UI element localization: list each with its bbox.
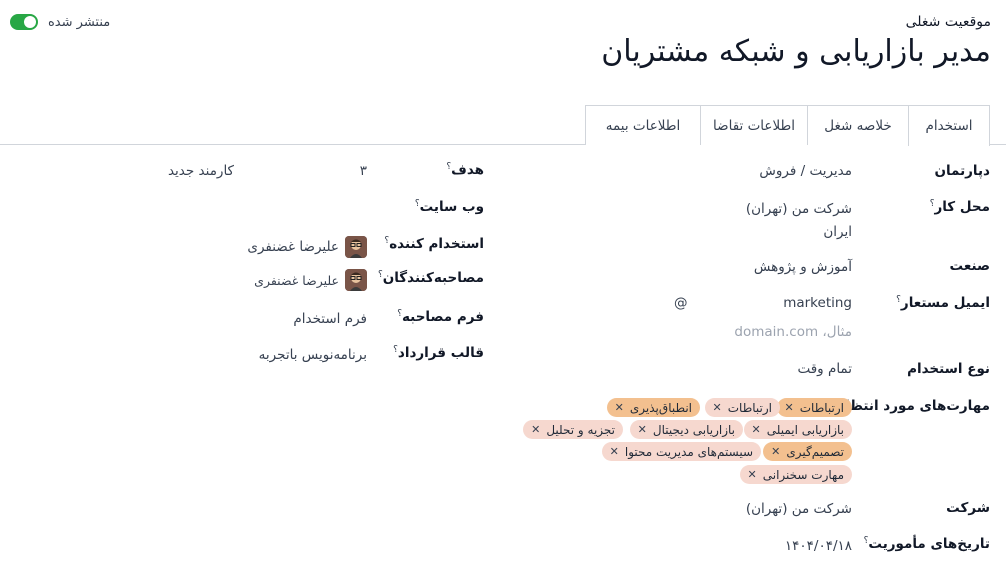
skill-tag-label: تصمیم‌گیری (786, 444, 844, 459)
skill-tag-label: ارتباطات (727, 400, 772, 415)
published-toggle[interactable]: منتشر شده (10, 14, 110, 30)
interviewers-label-text: مصاحبه‌کنندگان (382, 270, 484, 286)
skill-tag-label: بازاریابی دیجیتال (652, 422, 735, 437)
avatar (345, 269, 367, 291)
skill-tag-label: مهارت سخنرانی (762, 467, 844, 482)
help-icon[interactable]: ؟ (864, 536, 869, 546)
skill-tag-label: ارتباطات (799, 400, 844, 415)
skill-tag-label: بازاریابی ایمیلی (766, 422, 844, 437)
website-label-text: وب سایت (419, 199, 484, 215)
location-country: ایران (823, 224, 852, 240)
industry-field[interactable]: آموزش و پژوهش (754, 259, 852, 275)
alias-label: ایمیل مستعار؟ (893, 295, 990, 311)
contract-template-label-text: قالب قرارداد (397, 345, 484, 361)
interview-form-label-text: فرم مصاحبه (402, 309, 484, 325)
mission-dates-field[interactable]: ۱۴۰۴/۰۴/۱۸ (785, 538, 852, 554)
contract-template-field[interactable]: برنامه‌نویس باتجربه (259, 347, 367, 363)
target-unit: کارمند جدید (167, 163, 234, 179)
skill-tag: بازاریابی ایمیلی ✕ (743, 420, 852, 439)
location-field[interactable]: شرکت من (تهران) (746, 201, 852, 217)
department-label: دپارتمان (934, 163, 990, 179)
avatar (345, 236, 367, 258)
employment-type-field[interactable]: تمام وقت (797, 361, 852, 377)
target-label-text: هدف (451, 162, 484, 178)
location-label-text: محل کار (934, 199, 990, 215)
target-field[interactable]: ۳ (360, 163, 367, 179)
interviewer-name: علیرضا غضنفری (254, 272, 339, 288)
remove-tag-icon[interactable]: ✕ (748, 468, 757, 481)
skill-tag: تصمیم‌گیری ✕ (763, 442, 852, 461)
mission-dates-label: تاریخ‌های مأموریت؟ (861, 536, 990, 552)
location-label: محل کار؟ (927, 199, 990, 215)
remove-tag-icon[interactable]: ✕ (638, 423, 647, 436)
recruiter-name: علیرضا غضنفری (247, 239, 339, 255)
industry-label: صنعت (949, 258, 990, 274)
help-icon[interactable]: ؟ (397, 309, 402, 319)
help-icon[interactable]: ؟ (393, 345, 398, 355)
remove-tag-icon[interactable]: ✕ (771, 445, 780, 458)
interview-form-label: فرم مصاحبه؟ (394, 309, 484, 325)
alias-at-sign: @ (674, 295, 688, 311)
alias-name-field[interactable]: marketing (783, 295, 852, 311)
alias-domain-field[interactable]: مثال، domain.com (734, 324, 852, 340)
employment-type-label: نوع استخدام (907, 361, 990, 377)
mission-dates-label-text: تاریخ‌های مأموریت (868, 536, 990, 552)
tab-application-info[interactable]: اطلاعات تقاضا (700, 105, 807, 145)
help-icon[interactable]: ؟ (930, 199, 935, 209)
tab-recruitment[interactable]: استخدام (908, 105, 990, 146)
skill-tag: بازاریابی دیجیتال ✕ (629, 420, 743, 439)
tab-job-summary[interactable]: خلاصه شغل (807, 105, 908, 145)
help-icon[interactable]: ؟ (384, 236, 389, 246)
record-type-label: موقعیت شغلی (905, 14, 991, 30)
skills-label: مهارت‌های مورد انتظار (837, 398, 990, 414)
skill-tag-label: سیستم‌های مدیریت محتوا (624, 444, 753, 459)
help-icon[interactable]: ؟ (415, 199, 420, 209)
skill-tag: سیستم‌های مدیریت محتوا ✕ (601, 442, 761, 461)
skill-tag: تجزیه و تحلیل ✕ (523, 420, 623, 439)
tab-insurance-info[interactable]: اطلاعات بیمه (585, 105, 700, 145)
interviewers-label: مصاحبه‌کنندگان؟ (375, 270, 484, 286)
skill-tag: ارتباطات ✕ (704, 398, 780, 417)
skill-tag: ارتباطات ✕ (776, 398, 852, 417)
toggle-switch-icon[interactable] (10, 14, 38, 30)
contract-template-label: قالب قرارداد؟ (390, 345, 484, 361)
help-icon[interactable]: ؟ (446, 162, 451, 172)
remove-tag-icon[interactable]: ✕ (531, 423, 540, 436)
help-icon[interactable]: ؟ (378, 270, 383, 280)
recruiter-field[interactable]: علیرضا غضنفری (247, 236, 367, 258)
remove-tag-icon[interactable]: ✕ (752, 423, 761, 436)
remove-tag-icon[interactable]: ✕ (713, 401, 722, 414)
interviewers-field[interactable]: علیرضا غضنفری (254, 269, 367, 291)
remove-tag-icon[interactable]: ✕ (615, 401, 624, 414)
recruiter-label-text: استخدام کننده (389, 236, 484, 252)
page-title[interactable]: مدیر بازاریابی و شبکه مشتریان (601, 34, 991, 69)
company-label: شرکت (946, 500, 990, 516)
help-icon[interactable]: ؟ (896, 295, 901, 305)
interview-form-field[interactable]: فرم استخدام (293, 311, 367, 327)
alias-label-text: ایمیل مستعار (900, 295, 990, 311)
department-field[interactable]: مدیریت / فروش (759, 163, 852, 179)
skill-tag-label: تجزیه و تحلیل (546, 422, 615, 437)
skill-tag: انطباق‌پذیری ✕ (606, 398, 700, 417)
remove-tag-icon[interactable]: ✕ (610, 445, 619, 458)
recruiter-label: استخدام کننده؟ (381, 236, 484, 252)
skill-tag: مهارت سخنرانی ✕ (739, 465, 852, 484)
company-field[interactable]: شرکت من (تهران) (746, 501, 852, 517)
published-label: منتشر شده (48, 14, 111, 30)
remove-tag-icon[interactable]: ✕ (785, 401, 794, 414)
skill-tag-label: انطباق‌پذیری (629, 400, 692, 415)
target-label: هدف؟ (443, 162, 484, 178)
website-label: وب سایت؟ (412, 199, 484, 215)
